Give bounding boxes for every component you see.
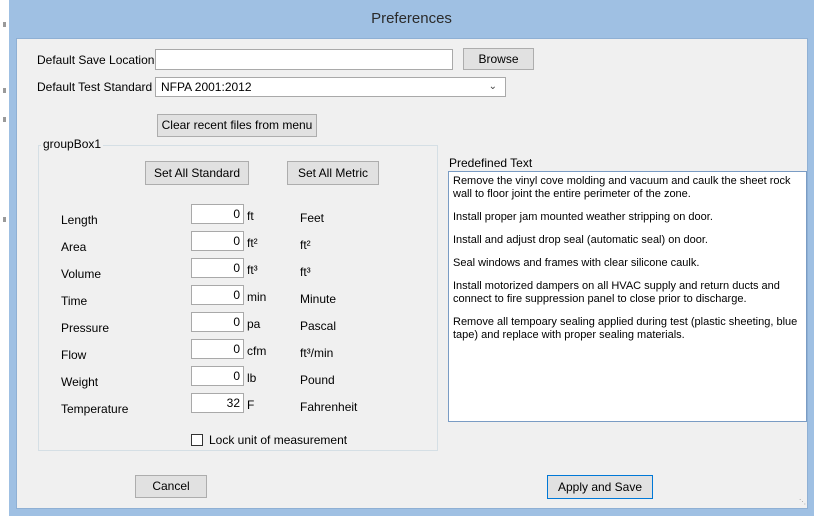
groupbox-title: groupBox1 bbox=[41, 137, 104, 151]
unit-abbrev: ft³ bbox=[247, 263, 258, 277]
predefined-paragraph: Install and adjust drop seal (automatic … bbox=[453, 234, 708, 246]
unit-abbrev: lb bbox=[247, 371, 257, 385]
unit-name: Feet bbox=[300, 211, 325, 225]
window-title: Preferences bbox=[371, 10, 452, 27]
predefined-paragraph: Install motorized dampers on all HVAC su… bbox=[453, 280, 780, 305]
desktop-mark bbox=[3, 88, 6, 93]
test-standard-value: NFPA 2001:2012 bbox=[161, 80, 252, 94]
save-location-input[interactable] bbox=[155, 49, 453, 70]
area-value-input[interactable]: 0 bbox=[191, 231, 244, 251]
predefined-paragraph: Remove the vinyl cove molding and vacuum… bbox=[453, 175, 791, 200]
apply-and-save-button[interactable]: Apply and Save bbox=[547, 475, 653, 499]
unit-row-label: Flow bbox=[61, 348, 87, 362]
unit-name: ft³/min bbox=[300, 346, 334, 360]
browse-button[interactable]: Browse bbox=[463, 48, 534, 70]
unit-name: ft² bbox=[300, 238, 311, 252]
cancel-button[interactable]: Cancel bbox=[135, 475, 207, 498]
save-location-label: Default Save Location: bbox=[37, 53, 158, 67]
dialog-client-area: Default Save Location: Browse Default Te… bbox=[16, 38, 808, 509]
unit-row-label: Time bbox=[61, 294, 88, 308]
unit-row-label: Temperature bbox=[61, 402, 129, 416]
temperature-value-input[interactable]: 32 bbox=[191, 393, 244, 413]
unit-abbrev: ft² bbox=[247, 236, 258, 250]
chevron-down-icon: ⌄ bbox=[488, 81, 497, 92]
unit-abbrev: min bbox=[247, 290, 267, 304]
unit-row-label: Volume bbox=[61, 267, 102, 281]
preferences-window: Preferences Default Save Location: Brows… bbox=[9, 0, 814, 516]
test-standard-label: Default Test Standard bbox=[37, 80, 153, 94]
resize-grip-icon[interactable]: ⋱ bbox=[799, 498, 806, 506]
clear-recent-files-button[interactable]: Clear recent files from menu bbox=[157, 114, 317, 137]
unit-name: Pascal bbox=[300, 319, 337, 333]
pressure-value-input[interactable]: 0 bbox=[191, 312, 244, 332]
desktop-mark bbox=[3, 117, 6, 122]
predefined-text-area[interactable]: Remove the vinyl cove molding and vacuum… bbox=[448, 171, 807, 422]
unit-abbrev: cfm bbox=[247, 344, 267, 358]
unit-abbrev: pa bbox=[247, 317, 261, 331]
unit-abbrev: F bbox=[247, 398, 255, 412]
unit-row-label: Area bbox=[61, 240, 87, 254]
set-all-metric-button[interactable]: Set All Metric bbox=[287, 161, 379, 185]
predefined-paragraph: Install proper jam mounted weather strip… bbox=[453, 211, 713, 223]
weight-value-input[interactable]: 0 bbox=[191, 366, 244, 386]
volume-value-input[interactable]: 0 bbox=[191, 258, 244, 278]
unit-name: ft³ bbox=[300, 265, 311, 279]
desktop-mark bbox=[3, 217, 6, 222]
unit-row-label: Weight bbox=[61, 375, 99, 389]
predefined-paragraph: Seal windows and frames with clear silic… bbox=[453, 257, 700, 269]
desktop-mark bbox=[3, 22, 6, 27]
unit-abbrev: ft bbox=[247, 209, 254, 223]
time-value-input[interactable]: 0 bbox=[191, 285, 244, 305]
flow-value-input[interactable]: 0 bbox=[191, 339, 244, 359]
unit-name: Minute bbox=[300, 292, 337, 306]
length-value-input[interactable]: 0 bbox=[191, 204, 244, 224]
predefined-text-label: Predefined Text bbox=[449, 156, 533, 170]
unit-name: Pound bbox=[300, 373, 335, 387]
predefined-paragraph: Remove all tempoary sealing applied duri… bbox=[453, 316, 798, 341]
unit-name: Fahrenheit bbox=[300, 400, 358, 414]
test-standard-select[interactable]: NFPA 2001:2012 ⌄ bbox=[155, 77, 506, 97]
lock-units-checkbox[interactable] bbox=[191, 434, 203, 446]
unit-row-label: Pressure bbox=[61, 321, 110, 335]
unit-row-label: Length bbox=[61, 213, 98, 227]
lock-units-label: Lock unit of measurement bbox=[209, 433, 348, 447]
desktop-edge bbox=[0, 0, 9, 516]
set-all-standard-button[interactable]: Set All Standard bbox=[145, 161, 249, 185]
